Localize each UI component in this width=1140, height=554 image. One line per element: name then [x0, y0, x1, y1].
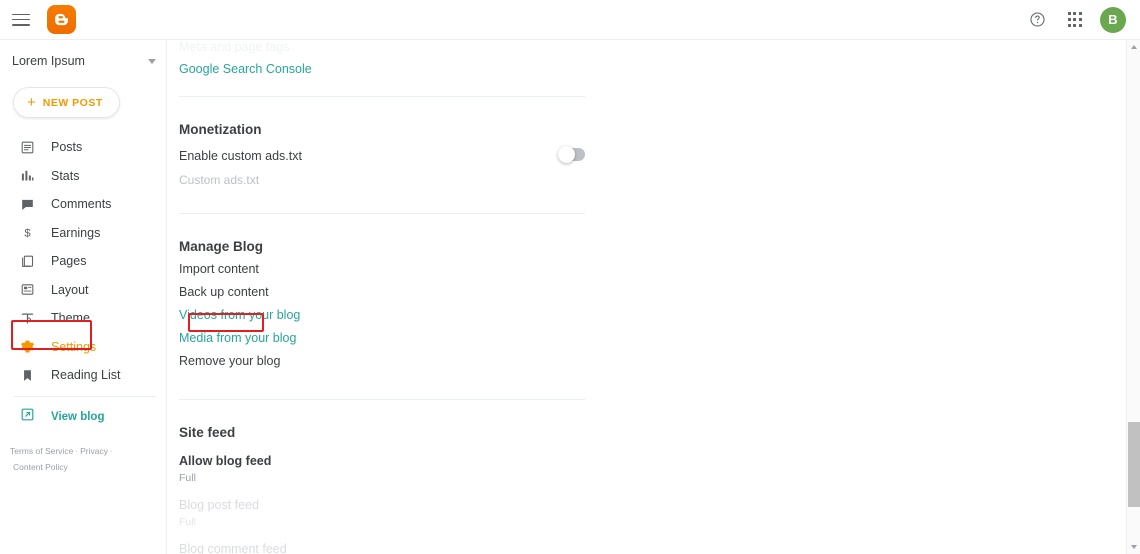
sidebar-item-earnings[interactable]: $ Earnings — [0, 219, 166, 248]
posts-icon — [20, 140, 38, 155]
view-blog-button[interactable]: View blog — [0, 403, 166, 431]
hamburger-menu-icon[interactable] — [12, 12, 34, 28]
help-circle-icon[interactable] — [1026, 8, 1050, 32]
blog-comment-feed-label[interactable]: Blog comment feed — [179, 542, 598, 554]
legal-links: Terms of Service · Privacy · Content Policy — [0, 443, 166, 475]
section-divider — [179, 399, 585, 400]
sidebar-item-label: Settings — [51, 339, 97, 354]
reading-list-bookmark-icon — [20, 368, 38, 383]
sidebar-item-comments[interactable]: Comments — [0, 190, 166, 219]
custom-ads-field[interactable]: Custom ads.txt — [179, 165, 598, 187]
sidebar-item-stats[interactable]: Stats — [0, 162, 166, 191]
enable-custom-ads-toggle[interactable] — [558, 146, 585, 163]
google-search-console-link[interactable]: Google Search Console — [179, 56, 598, 83]
stats-icon — [20, 168, 38, 183]
section-divider — [179, 213, 585, 214]
monetization-title: Monetization — [179, 122, 262, 137]
scroll-down-arrow-icon[interactable] — [1127, 540, 1140, 554]
apps-grid-icon[interactable] — [1067, 12, 1082, 27]
allow-blog-feed-label[interactable]: Allow blog feed — [179, 454, 598, 468]
privacy-link[interactable]: Privacy — [80, 446, 108, 456]
sidebar-item-label: Earnings — [51, 225, 101, 240]
top-app-bar: B — [0, 0, 1140, 40]
back-up-content-item[interactable]: Back up content — [179, 281, 598, 304]
toggle-knob — [558, 146, 575, 163]
blog-name: Lorem Ipsum — [12, 54, 85, 68]
sidebar-item-reading-list[interactable]: Reading List — [0, 361, 166, 390]
scrollbar-thumb[interactable] — [1128, 422, 1140, 507]
sidebar-item-label: Comments — [51, 197, 112, 212]
sidebar-item-label: Reading List — [51, 368, 121, 383]
theme-icon — [20, 311, 38, 326]
plus-icon: + — [27, 94, 36, 111]
view-blog-label: View blog — [51, 410, 105, 423]
blog-post-feed-value: Full — [179, 516, 196, 528]
blogger-settings-page: B Lorem Ipsum + NEW POST Posts Stats Com… — [0, 0, 1140, 554]
comments-icon — [20, 197, 38, 212]
pages-icon — [20, 254, 38, 269]
sidebar-item-pages[interactable]: Pages — [0, 247, 166, 276]
layout-icon — [20, 282, 38, 297]
new-post-button[interactable]: + NEW POST — [13, 87, 120, 118]
remove-your-blog-item[interactable]: Remove your blog — [179, 350, 598, 373]
import-content-item[interactable]: Import content — [179, 258, 598, 281]
settings-gear-icon — [20, 339, 38, 354]
manage-blog-title: Manage Blog — [179, 239, 264, 254]
external-link-icon — [20, 407, 38, 427]
blog-post-feed-label[interactable]: Blog post feed — [179, 498, 598, 512]
sidebar-item-label: Pages — [51, 254, 87, 269]
chevron-down-icon — [148, 58, 156, 64]
allow-blog-feed-value: Full — [179, 472, 196, 484]
new-post-label: NEW POST — [42, 96, 103, 109]
enable-custom-ads-label: Enable custom ads.txt — [179, 149, 302, 163]
scroll-up-arrow-icon[interactable] — [1127, 40, 1140, 54]
sidebar-item-settings[interactable]: Settings — [0, 333, 166, 362]
sidebar: Lorem Ipsum + NEW POST Posts Stats Comme… — [0, 40, 167, 554]
terms-of-service-link[interactable]: Terms of Service — [10, 446, 73, 456]
svg-text:$: $ — [24, 228, 31, 240]
sidebar-nav: Posts Stats Comments $ Earnings Pages La… — [0, 133, 166, 390]
legal-separator: · — [110, 445, 113, 456]
earnings-dollar-icon: $ — [20, 225, 38, 240]
sidebar-item-posts[interactable]: Posts — [0, 133, 166, 162]
videos-from-your-blog-link[interactable]: Videos from your blog — [179, 304, 598, 327]
sidebar-item-label: Layout — [51, 282, 89, 297]
enable-custom-ads-row[interactable]: Enable custom ads.txt — [179, 141, 598, 165]
sidebar-item-theme[interactable]: Theme — [0, 304, 166, 333]
topbar-actions: B — [1026, 6, 1126, 33]
blogger-logo-icon[interactable] — [47, 5, 76, 34]
content-policy-link[interactable]: Content Policy — [13, 462, 68, 472]
settings-panel: Meta and page tags Google Search Console… — [179, 40, 598, 554]
legal-separator: · — [75, 445, 79, 456]
blog-selector[interactable]: Lorem Ipsum — [0, 45, 166, 77]
section-divider — [179, 96, 585, 97]
sidebar-item-layout[interactable]: Layout — [0, 276, 166, 305]
avatar[interactable]: B — [1100, 6, 1126, 33]
clipped-setting-row: Meta and page tags — [179, 40, 290, 54]
sidebar-item-label: Theme — [51, 311, 90, 326]
manage-blog-list: Import content Back up content Videos fr… — [179, 258, 598, 373]
sidebar-item-label: Posts — [51, 140, 83, 155]
sidebar-item-label: Stats — [51, 168, 80, 183]
site-feed-title: Site feed — [179, 425, 236, 440]
page-scrollbar[interactable] — [1126, 40, 1140, 554]
media-from-your-blog-link[interactable]: Media from your blog — [179, 327, 598, 350]
settings-content: Meta and page tags Google Search Console… — [167, 40, 1140, 554]
sidebar-divider — [14, 395, 156, 397]
